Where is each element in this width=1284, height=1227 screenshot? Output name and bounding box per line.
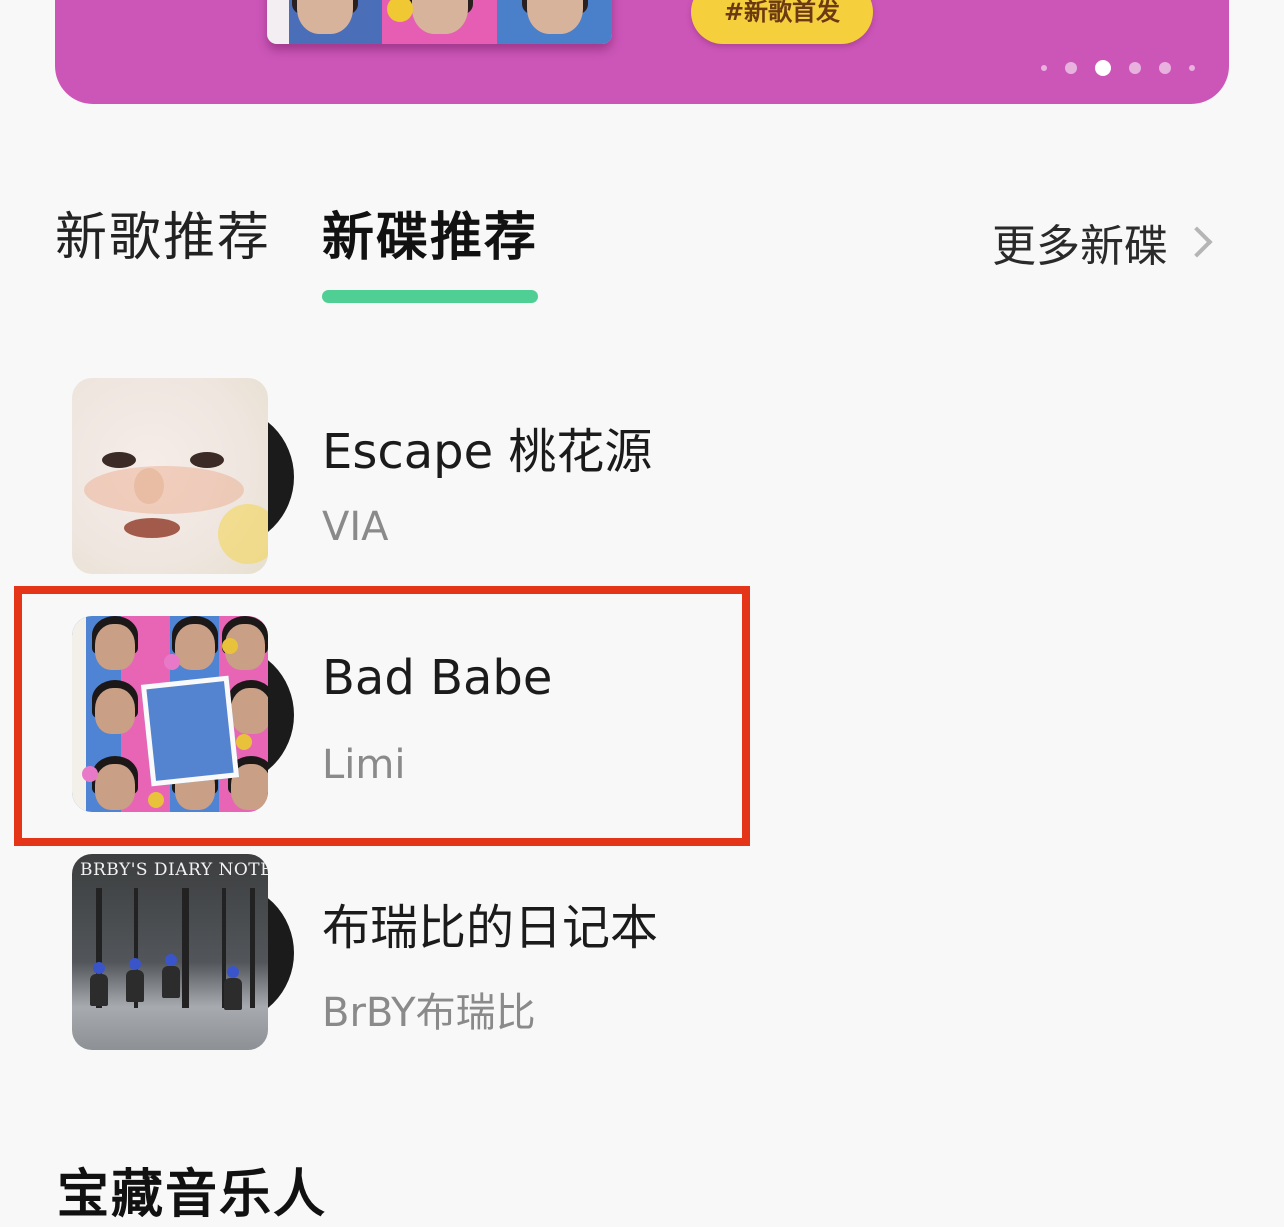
more-albums-link[interactable]: 更多新碟 [992, 210, 1213, 274]
promo-banner[interactable]: #新歌首发 [55, 0, 1229, 104]
section-title: 宝藏音乐人 [57, 1165, 328, 1225]
tab-new-albums[interactable]: 新碟推荐 [322, 206, 538, 270]
album-item[interactable]: Escape 桃花源 VIA [72, 378, 772, 578]
album-cover [72, 616, 268, 812]
carousel-dot [1065, 62, 1077, 74]
album-title: 布瑞比的日记本 [322, 900, 659, 956]
album-item[interactable]: Bad Babe Limi [72, 616, 772, 816]
chevron-right-icon [1181, 226, 1213, 258]
carousel-dot [1159, 62, 1171, 74]
album-cover-title: BRBY'S DIARY NOTE [80, 860, 268, 880]
album-item[interactable]: BRBY'S DIARY NOTE 布瑞比的日记本 BrBY布瑞比 [72, 854, 772, 1054]
album-cover [72, 378, 268, 574]
album-title: Bad Babe [322, 650, 553, 706]
album-artist: BrBY布瑞比 [322, 990, 536, 1036]
tab-new-songs[interactable]: 新歌推荐 [55, 206, 271, 270]
carousel-indicator [1041, 60, 1195, 76]
album-artist: VIA [322, 504, 389, 550]
carousel-dot [1189, 65, 1195, 71]
carousel-dot [1129, 62, 1141, 74]
carousel-dot [1041, 65, 1047, 71]
album-cover: BRBY'S DIARY NOTE [72, 854, 268, 1050]
banner-album-art [267, 0, 612, 44]
album-title: Escape 桃花源 [322, 424, 653, 480]
album-artist: Limi [322, 742, 406, 788]
carousel-dot-active [1095, 60, 1111, 76]
banner-tag[interactable]: #新歌首发 [691, 0, 873, 44]
tab-active-indicator [322, 290, 538, 303]
more-albums-label: 更多新碟 [992, 221, 1168, 272]
